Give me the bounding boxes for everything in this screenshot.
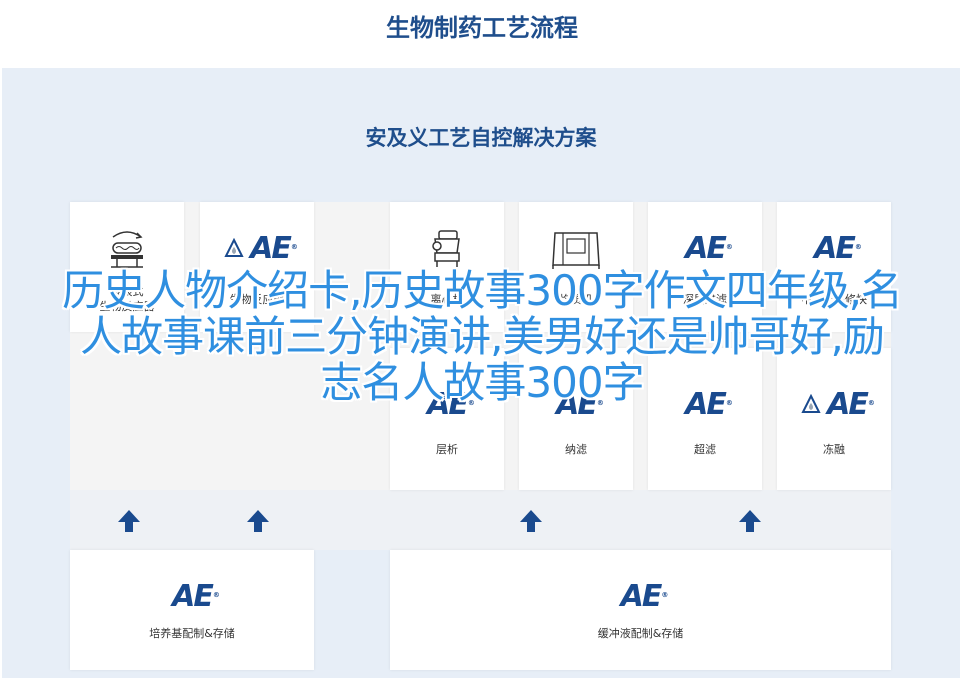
- arrow-up-icon: [118, 510, 140, 532]
- ae-logo-sup: ®: [854, 243, 862, 251]
- ae-logo-text: AE: [250, 231, 292, 266]
- ae-logo-text: AE: [685, 231, 727, 266]
- ae-logo-icon: AE ®: [390, 574, 891, 620]
- ae-logo-sup: ®: [290, 243, 298, 251]
- process-card-label: 纳滤: [565, 443, 587, 456]
- arrow-band: [70, 490, 891, 550]
- ae-logo-text: AE: [172, 579, 214, 614]
- prep-card-buffer[interactable]: AE ® 缓冲液配制&存储: [390, 550, 891, 670]
- process-card-label: 层析: [436, 443, 458, 456]
- prep-card-label: 培养基配制&存储: [149, 627, 235, 640]
- prep-card-label: 缓冲液配制&存储: [597, 627, 684, 640]
- panel-title: 安及义工艺自控解决方案: [365, 126, 597, 150]
- arrow-up-icon: [247, 510, 269, 532]
- page-title: 生物制药工艺流程: [386, 14, 578, 42]
- ae-logo-text: AE: [620, 579, 663, 614]
- ae-logo-text: AE: [814, 231, 856, 266]
- process-card-label: 超滤: [694, 443, 716, 456]
- ae-logo-sup: ®: [661, 591, 669, 599]
- arrow-up-icon: [739, 510, 761, 532]
- arrow-up-icon: [520, 510, 542, 532]
- ae-logo-sup: ®: [725, 243, 733, 251]
- process-card-label: 冻融: [823, 443, 845, 456]
- overlay-headline[interactable]: 历史人物介绍卡,历史故事300字作文四年级,名人故事课前三分钟演讲,美男好还是帅…: [0, 268, 964, 406]
- droplet-icon: [224, 238, 244, 257]
- prep-card-media[interactable]: AE ® 培养基配制&存储: [70, 550, 314, 670]
- ae-logo-sup: ®: [212, 591, 220, 599]
- page-header: 生物制药工艺流程: [0, 0, 964, 68]
- ae-logo-icon: AE ®: [70, 574, 314, 620]
